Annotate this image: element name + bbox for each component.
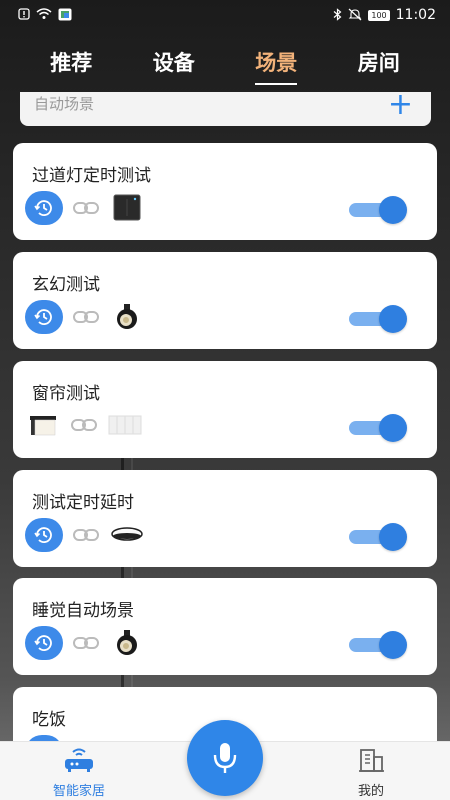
scene-toggle[interactable] <box>349 196 407 224</box>
scene-name: 玄幻测试 <box>32 275 100 295</box>
plus-icon[interactable]: + <box>388 92 413 120</box>
toggle-knob <box>379 305 407 333</box>
scene-toggle[interactable] <box>349 631 407 659</box>
toggle-knob <box>379 196 407 224</box>
auto-scene-label: 自动场景 <box>34 94 95 113</box>
scene-name: 过道灯定时测试 <box>32 166 151 186</box>
wall-switch-icon <box>109 192 145 224</box>
status-bar: 100 11:02 <box>0 0 450 30</box>
scene-toggle[interactable] <box>349 414 407 442</box>
link-icon <box>71 309 101 325</box>
nav-smart-home[interactable]: 智能家居 <box>19 746 139 799</box>
link-icon <box>71 200 101 216</box>
clock-icon[interactable] <box>25 518 63 552</box>
status-left <box>18 8 72 23</box>
curtain-icon <box>107 409 143 441</box>
clock-icon[interactable] <box>25 626 63 660</box>
scene-conditions <box>25 300 145 334</box>
clock-icon[interactable] <box>25 191 63 225</box>
scene-toggle[interactable] <box>349 305 407 333</box>
building-icon <box>359 749 384 772</box>
scene-name: 睡觉自动场景 <box>32 601 134 621</box>
scene-name: 吃饭 <box>32 710 66 730</box>
nav-label-home: 智能家居 <box>52 784 105 799</box>
clock-time: 11:02 <box>395 7 436 23</box>
tab-recommend[interactable]: 推荐 <box>50 47 92 83</box>
mute-icon <box>348 8 362 23</box>
scene-conditions <box>25 409 143 441</box>
scene-name: 测试定时延时 <box>32 493 134 513</box>
toggle-knob <box>379 631 407 659</box>
spotlight-icon <box>109 301 145 333</box>
microphone-icon <box>213 743 237 773</box>
status-right: 100 11:02 <box>333 7 436 23</box>
scene-conditions <box>25 191 145 225</box>
tab-scenes[interactable]: 场景 <box>255 47 298 85</box>
top-tabs: 推荐 设备 场景 房间 <box>0 40 450 90</box>
battery-icon: 100 <box>368 9 390 21</box>
scene-name: 窗帘测试 <box>32 384 100 404</box>
scene-card[interactable]: 玄幻测试 <box>13 252 437 349</box>
tab-devices[interactable]: 设备 <box>153 47 195 83</box>
nav-mine[interactable]: 我的 <box>311 746 431 799</box>
app-icon <box>58 8 72 23</box>
nav-label-mine: 我的 <box>357 784 384 799</box>
clock-icon[interactable] <box>25 300 63 334</box>
spotlight-icon <box>109 627 145 659</box>
toggle-knob <box>379 523 407 551</box>
scene-toggle[interactable] <box>349 523 407 551</box>
link-icon <box>71 635 101 651</box>
scene-card[interactable]: 测试定时延时 <box>13 470 437 567</box>
scene-conditions <box>25 518 145 552</box>
auto-scene-header: 自动场景 + <box>20 92 431 126</box>
scene-conditions <box>25 626 145 660</box>
scene-card[interactable]: 过道灯定时测试 <box>13 143 437 240</box>
bluetooth-icon <box>333 7 342 23</box>
wifi-icon <box>36 8 52 22</box>
tab-rooms[interactable]: 房间 <box>358 47 400 83</box>
toggle-knob <box>379 414 407 442</box>
link-icon <box>71 527 101 543</box>
scene-card[interactable]: 窗帘测试 <box>13 361 437 458</box>
ceiling-light-icon <box>109 519 145 551</box>
router-icon <box>65 748 93 772</box>
voice-button[interactable] <box>187 720 263 796</box>
link-icon <box>69 417 99 433</box>
alert-icon <box>18 8 30 22</box>
curtain-motor-icon <box>25 409 61 441</box>
scene-card[interactable]: 睡觉自动场景 <box>13 578 437 675</box>
